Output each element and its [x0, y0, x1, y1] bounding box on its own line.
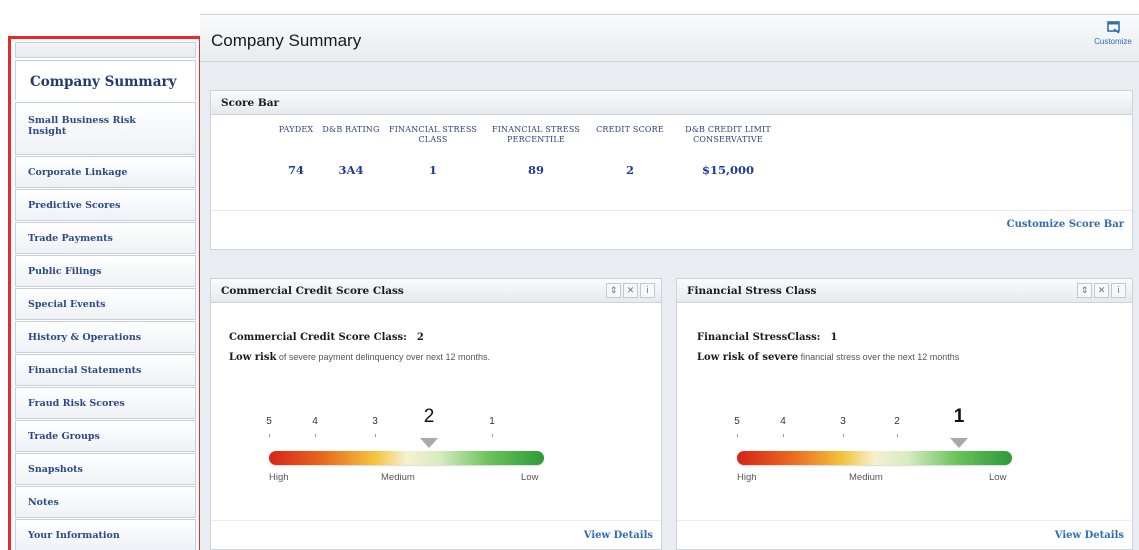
scale-tick: 2 [894, 416, 900, 427]
scale-label-medium: Medium [849, 472, 883, 483]
view-details-link[interactable]: View Details [584, 530, 653, 541]
desc-rest: financial stress over the next 12 months [798, 352, 960, 362]
score-col-paydex: PAYDEX 74 [275, 125, 317, 177]
score-value: $15,000 [701, 163, 754, 177]
scale-tick-mark [783, 434, 784, 437]
page-header: Company Summary Customize [200, 14, 1139, 62]
scale-tick-mark [375, 434, 376, 437]
financial-stress-title: Financial Stress Class [687, 284, 817, 297]
financial-stress-header: Financial Stress Class [677, 279, 1132, 303]
score-value: 1 [428, 163, 437, 177]
panel-tools: ⇕ ✕ i [606, 283, 655, 298]
score-value: 3A4 [338, 163, 364, 177]
desc-bold: Low risk [229, 352, 277, 363]
stress-description: Low risk of severe financial stress over… [697, 352, 959, 363]
scale-label-medium: Medium [381, 472, 415, 483]
customize-label: Customize [1094, 37, 1132, 46]
scale-pointer-icon [420, 438, 438, 448]
scale-label-high: High [269, 472, 289, 483]
desc-rest: of severe payment delinquency over next … [276, 352, 491, 362]
score-col-financial-stress-class: FINANCIAL STRESS CLASS 1 [385, 125, 481, 177]
scale-tick-mark [843, 434, 844, 437]
score-label: FINANCIAL STRESS CLASS [388, 125, 478, 144]
score-label: D&B CREDIT LIMIT CONSERVATIVE [685, 125, 771, 144]
commercial-credit-header: Commercial Credit Score Class [211, 279, 661, 303]
scale-pointer-icon [950, 438, 968, 448]
customize-button[interactable]: Customize [1093, 21, 1133, 46]
metric-label: Financial StressClass: [697, 332, 821, 343]
panel-footer-divider [211, 520, 661, 521]
score-label: FINANCIAL STRESS PERCENTILE [491, 125, 581, 144]
score-col-credit-score: CREDIT SCORE 2 [591, 125, 669, 177]
score-col-credit-limit: D&B CREDIT LIMIT CONSERVATIVE $15,000 [669, 125, 787, 177]
risk-gradient-bar [737, 451, 1012, 465]
scale-tick: 1 [489, 416, 495, 427]
scale-tick-selected: 2 [423, 406, 435, 427]
page-title: Company Summary [211, 31, 362, 50]
info-icon[interactable]: i [1111, 283, 1126, 298]
scale-tick-selected: 1 [953, 406, 965, 427]
score-label: CREDIT SCORE [596, 125, 664, 134]
commercial-metric: Commercial Credit Score Class: 2 [229, 332, 424, 343]
scale-tick-mark [492, 434, 493, 437]
score-bar-divider [211, 210, 1132, 211]
score-value: 89 [527, 163, 544, 177]
financial-stress-panel: Financial Stress Class ⇕ ✕ i Financial S… [676, 278, 1133, 550]
scale-tick-mark [897, 434, 898, 437]
scale-tick: 4 [780, 416, 786, 427]
move-icon[interactable]: ⇕ [606, 283, 621, 298]
scale-label-high: High [737, 472, 757, 483]
stress-risk-scale: 5 4 3 2 1 High Medium Low [734, 404, 1012, 494]
metric-label: Commercial Credit Score Class: [229, 332, 407, 343]
metric-value: 1 [830, 332, 838, 343]
score-value: 2 [625, 163, 634, 177]
scale-tick: 5 [734, 416, 740, 427]
scale-tick: 3 [840, 416, 846, 427]
scale-label-low: Low [989, 472, 1007, 483]
scale-tick-mark [269, 434, 270, 437]
scale-tick: 4 [312, 416, 318, 427]
scale-tick: 5 [266, 416, 272, 427]
main-content: Score Bar PAYDEX 74 D&B RATING 3A4 FINAN… [200, 62, 1139, 550]
sidebar-highlight-outline [8, 36, 202, 550]
customize-score-bar-link[interactable]: Customize Score Bar [1007, 219, 1124, 230]
close-icon[interactable]: ✕ [623, 283, 638, 298]
score-label: D&B RATING [322, 125, 380, 134]
view-details-link[interactable]: View Details [1055, 530, 1124, 541]
panel-tools: ⇕ ✕ i [1077, 283, 1126, 298]
score-bar-header: Score Bar [211, 91, 1132, 115]
close-icon[interactable]: ✕ [1094, 283, 1109, 298]
score-value: 74 [287, 163, 304, 177]
score-col-db-rating: D&B RATING 3A4 [317, 125, 385, 177]
metric-value: 2 [416, 332, 424, 343]
scale-label-low: Low [521, 472, 539, 483]
commercial-credit-panel: Commercial Credit Score Class ⇕ ✕ i Comm… [210, 278, 662, 550]
move-icon[interactable]: ⇕ [1077, 283, 1092, 298]
score-bar-title: Score Bar [221, 96, 280, 109]
score-label: PAYDEX [278, 125, 314, 134]
scale-tick: 3 [372, 416, 378, 427]
info-icon[interactable]: i [640, 283, 655, 298]
scale-tick-mark [315, 434, 316, 437]
panel-footer-divider [677, 520, 1132, 521]
commercial-credit-title: Commercial Credit Score Class [221, 284, 404, 297]
score-bar-table: PAYDEX 74 D&B RATING 3A4 FINANCIAL STRES… [275, 125, 787, 177]
score-bar-panel: Score Bar PAYDEX 74 D&B RATING 3A4 FINAN… [210, 90, 1133, 250]
scale-tick-mark [737, 434, 738, 437]
stress-metric: Financial StressClass: 1 [697, 332, 837, 343]
score-col-financial-stress-percentile: FINANCIAL STRESS PERCENTILE 89 [481, 125, 591, 177]
desc-bold: Low risk of severe [697, 352, 799, 363]
customize-icon [1106, 21, 1120, 34]
risk-gradient-bar [269, 451, 544, 465]
commercial-risk-scale: 5 4 3 2 1 High Medium Low [266, 404, 544, 494]
commercial-description: Low risk of severe payment delinquency o… [229, 352, 490, 363]
